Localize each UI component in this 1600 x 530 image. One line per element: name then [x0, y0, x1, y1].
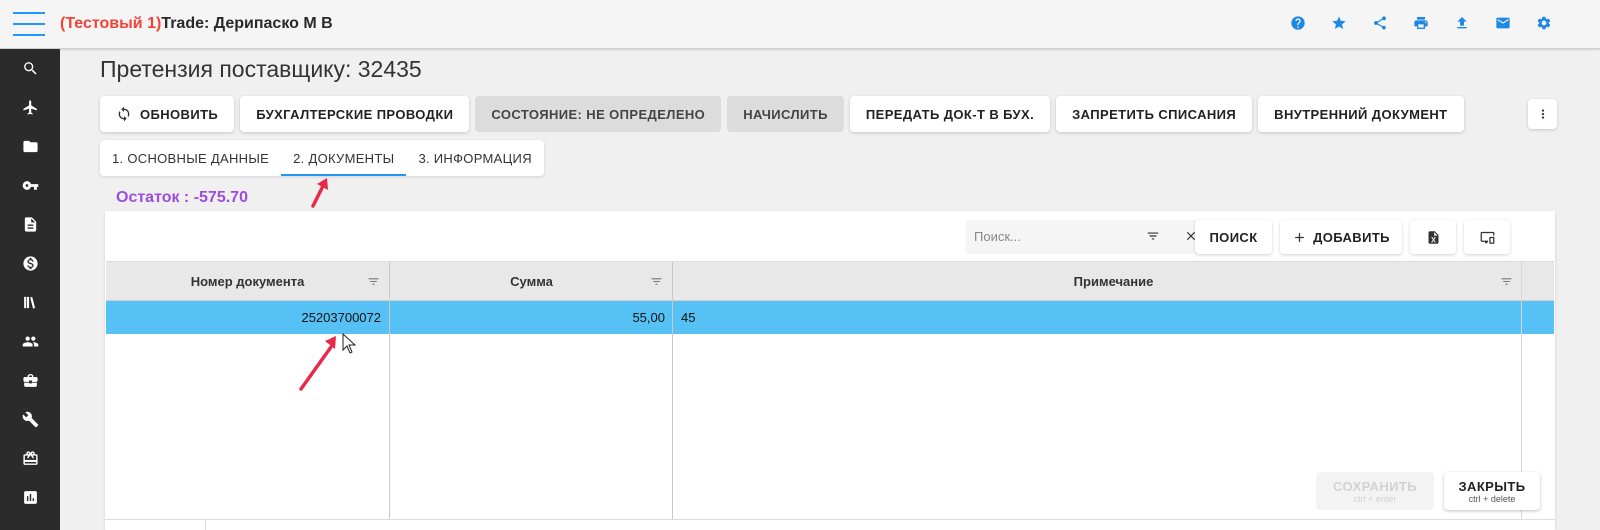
plane-icon: [22, 100, 37, 115]
folder-icon: [22, 140, 38, 153]
sidebar-item-people[interactable]: [0, 322, 60, 361]
document-toolbar: ОБНОВИТЬ БУХГАЛТЕРСКИЕ ПРОВОДКИ СОСТОЯНИ…: [100, 96, 1464, 132]
chart-icon: [23, 491, 37, 504]
refresh-button-label: ОБНОВИТЬ: [140, 106, 219, 122]
document-icon: [24, 217, 36, 232]
close-button[interactable]: ЗАКРЫТЬ ctrl + delete: [1444, 472, 1540, 510]
column-divider: [672, 262, 673, 530]
filter-icon[interactable]: [1146, 229, 1160, 243]
settings-icon[interactable]: [1536, 15, 1552, 31]
search-button[interactable]: ПОИСК: [1195, 220, 1272, 254]
page-title: Претензия поставщику: 32435: [100, 56, 422, 82]
help-icon[interactable]: [1290, 15, 1306, 31]
search-input[interactable]: [974, 226, 1134, 246]
display-settings-button[interactable]: [1464, 220, 1510, 254]
menu-icon[interactable]: [13, 12, 45, 37]
test-environment-label: (Тестовый 1): [60, 15, 162, 32]
panel-footer: [105, 519, 1555, 530]
column-header-doc-number[interactable]: Номер документа: [106, 262, 389, 301]
state-button[interactable]: СОСТОЯНИЕ: НЕ ОПРЕДЕЛЕНО: [475, 96, 722, 132]
refresh-icon: [118, 106, 130, 122]
upload-icon[interactable]: [1454, 15, 1470, 31]
excel-document-icon: [1428, 230, 1438, 244]
accounting-entries-button[interactable]: БУХГАЛТЕРСКИЕ ПРОВОДКИ: [240, 96, 470, 132]
cell-note[interactable]: 45: [681, 301, 1481, 334]
refresh-button[interactable]: ОБНОВИТЬ: [100, 96, 235, 132]
transfer-to-accounting-button[interactable]: ПЕРЕДАТЬ ДОК-Т В БУХ.: [849, 96, 1051, 132]
dollar-icon: [22, 256, 38, 271]
remainder-label: Остаток : -575.70: [116, 189, 248, 206]
tab-information[interactable]: 3. ИНФОРМАЦИЯ: [406, 140, 543, 176]
add-button-label: ДОБАВИТЬ: [1313, 229, 1390, 245]
column-filter-icon[interactable]: [650, 275, 663, 288]
share-icon[interactable]: [1372, 15, 1388, 31]
sidebar-item-reports[interactable]: [0, 478, 60, 517]
print-icon[interactable]: [1413, 15, 1429, 31]
sidebar-item-folders[interactable]: [0, 127, 60, 166]
plus-icon: [1295, 232, 1304, 242]
mail-icon[interactable]: [1495, 15, 1511, 31]
people-icon: [22, 336, 38, 347]
library-icon: [23, 296, 35, 309]
save-button[interactable]: СОХРАНИТЬ ctrl + enter: [1316, 472, 1434, 510]
table-header: Номер документа Сумма Примечание: [106, 262, 1554, 301]
sidebar-item-documents[interactable]: [0, 205, 60, 244]
sidebar-item-flights[interactable]: [0, 88, 60, 127]
column-filter-icon[interactable]: [367, 275, 380, 288]
column-filter-icon[interactable]: [1500, 275, 1513, 288]
sidebar-item-search[interactable]: [0, 49, 60, 88]
save-shortcut-hint: ctrl + enter: [1353, 493, 1397, 504]
charge-button[interactable]: НАЧИСЛИТЬ: [727, 96, 844, 132]
forbid-writeoffs-button[interactable]: ЗАПРЕТИТЬ СПИСАНИЯ: [1056, 96, 1253, 132]
tab-documents[interactable]: 2. ДОКУМЕНТЫ: [281, 140, 407, 176]
sidebar-item-tools[interactable]: [0, 400, 60, 439]
header-actions: [1290, 15, 1552, 31]
star-icon[interactable]: [1331, 15, 1347, 31]
internal-document-button[interactable]: ВНУТРЕННИЙ ДОКУМЕНТ: [1258, 96, 1464, 132]
column-header-note[interactable]: Примечание: [673, 262, 1554, 301]
search-icon: [23, 62, 37, 75]
close-shortcut-hint: ctrl + delete: [1468, 493, 1516, 504]
table-row[interactable]: 25203700072 55,00 45: [106, 301, 1554, 334]
cell-sum[interactable]: 55,00: [390, 301, 665, 334]
briefcase-icon: [22, 374, 38, 387]
close-button-label: ЗАКРЫТЬ: [1458, 478, 1526, 494]
app-title: (Тестовый 1)Trade: Дерипаско М В: [60, 15, 333, 33]
display-settings-icon: [1480, 231, 1494, 244]
top-bar: (Тестовый 1)Trade: Дерипаско М В: [0, 0, 1600, 49]
annotation-arrow-icon: [311, 178, 328, 208]
sidebar: [0, 49, 60, 530]
wrench-icon: [22, 411, 38, 428]
sidebar-item-finance[interactable]: [0, 244, 60, 283]
column-divider: [389, 262, 390, 530]
more-menu-button[interactable]: [1528, 99, 1557, 129]
sidebar-item-library[interactable]: [0, 283, 60, 322]
sidebar-item-gifts[interactable]: [0, 439, 60, 478]
app-user-title: Trade: Дерипаско М В: [161, 15, 333, 32]
document-tabs: 1. ОСНОВНЫЕ ДАННЫЕ 2. ДОКУМЕНТЫ 3. ИНФОР…: [100, 140, 544, 176]
gift-icon: [22, 451, 38, 465]
column-header-sum[interactable]: Сумма: [390, 262, 673, 301]
add-button[interactable]: ДОБАВИТЬ: [1280, 220, 1402, 254]
cell-doc-number[interactable]: 25203700072: [106, 301, 381, 334]
sidebar-item-business[interactable]: [0, 361, 60, 400]
export-excel-button[interactable]: [1410, 220, 1456, 254]
save-button-label: СОХРАНИТЬ: [1333, 478, 1417, 494]
tab-main-data[interactable]: 1. ОСНОВНЫЕ ДАННЫЕ: [100, 140, 281, 176]
key-icon: [22, 181, 38, 190]
more-vert-icon: [1541, 109, 1544, 119]
search-box: [966, 220, 1216, 252]
sidebar-item-keys[interactable]: [0, 166, 60, 205]
